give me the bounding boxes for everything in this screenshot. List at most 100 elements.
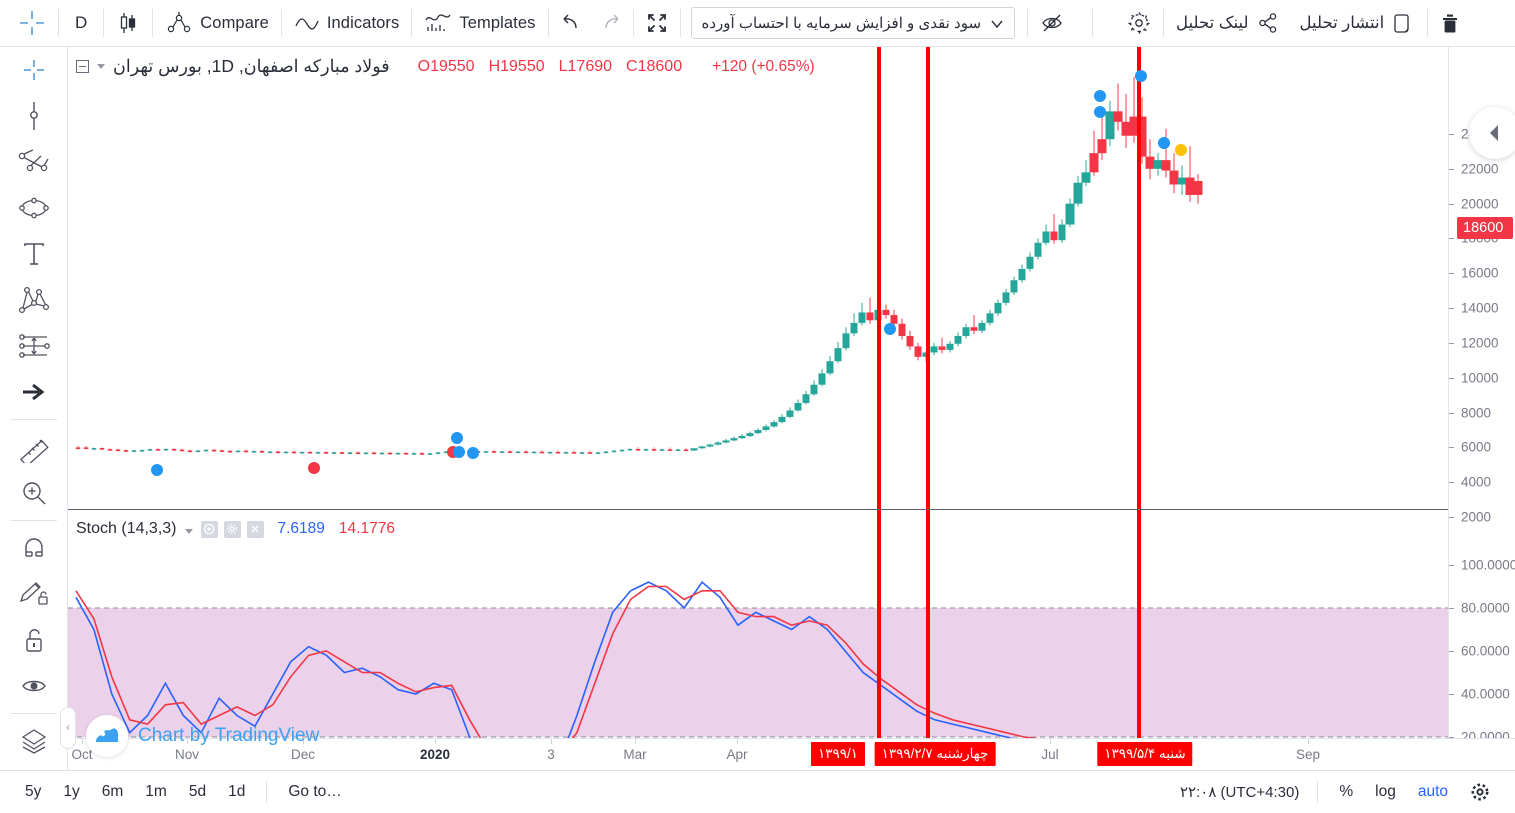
event-marker-dot[interactable]: [1094, 90, 1106, 102]
chart-properties-button[interactable]: [1459, 778, 1501, 806]
event-marker-dot[interactable]: [1135, 70, 1147, 82]
candle-body: [235, 450, 241, 453]
hide-drawings-tool[interactable]: [0, 663, 68, 709]
stoch-settings-button[interactable]: [223, 520, 241, 538]
candle-body: [770, 422, 778, 427]
pitchfork-tool[interactable]: [0, 139, 68, 185]
range-button-1d[interactable]: 1d: [217, 779, 256, 805]
symbol-menu-caret-icon[interactable]: [97, 64, 105, 69]
stoch-visibility-button[interactable]: [200, 520, 218, 538]
candle-body: [219, 450, 225, 452]
patterns-tool[interactable]: [0, 277, 68, 323]
indicators-button[interactable]: Indicators: [284, 6, 410, 40]
redo-icon: [600, 13, 622, 33]
event-marker-dot[interactable]: [453, 446, 465, 458]
toolbar-divider: [547, 9, 549, 37]
redo-button[interactable]: [591, 6, 631, 40]
range-button-5d[interactable]: 5d: [178, 779, 217, 805]
hide-markers-button[interactable]: [1030, 6, 1074, 40]
eye-icon: [19, 674, 49, 698]
object-tree-tool[interactable]: [0, 718, 68, 764]
shapes-tool[interactable]: [0, 185, 68, 231]
stoch-axis-tick: [1449, 651, 1454, 652]
drawing-mode-tool[interactable]: [0, 571, 68, 617]
date-marker-badge[interactable]: شنبه ۱۳۹۹/۵/۴: [1097, 742, 1193, 766]
event-marker-dot[interactable]: [308, 462, 320, 474]
price-axis-label: 4000: [1461, 474, 1492, 490]
chart-area[interactable]: فولاد مبارکه اصفهان, 1D, بورس تهران O195…: [60, 47, 1515, 788]
lock-drawings-tool[interactable]: [0, 617, 68, 663]
price-axis[interactable]: 2400022000200001800016000140001200010000…: [1448, 47, 1515, 788]
prediction-tool[interactable]: [0, 323, 68, 369]
goto-button[interactable]: Go to…: [277, 779, 352, 805]
adjustment-dropdown[interactable]: سود نقدی و افزایش سرمایه با احتساب آورده: [690, 7, 1016, 39]
candle-body: [1034, 242, 1042, 257]
candle-body: [619, 449, 625, 452]
symbol-title[interactable]: فولاد مبارکه اصفهان, 1D, بورس تهران: [113, 56, 390, 77]
date-marker-badge[interactable]: ۱۳۹۹/۱: [810, 742, 866, 766]
magnet-tool[interactable]: [0, 525, 68, 571]
candle-body: [531, 451, 537, 454]
stoch-axis-label: 40.0000: [1461, 686, 1510, 702]
templates-button[interactable]: Templates: [414, 6, 545, 40]
percent-scale-button[interactable]: %: [1328, 779, 1364, 805]
price-axis-label: 8000: [1461, 405, 1492, 421]
candle-body: [139, 449, 145, 452]
ohlc-h-value: 19550: [500, 57, 545, 75]
candle-body: [587, 452, 593, 454]
candle-body: [794, 402, 802, 411]
delete-button[interactable]: [1430, 6, 1470, 40]
event-marker-dot[interactable]: [1094, 106, 1106, 118]
candle-body: [754, 429, 762, 434]
stoch-close-button[interactable]: [246, 520, 264, 538]
interval-button[interactable]: D: [61, 6, 101, 40]
stoch-menu-caret-icon[interactable]: [184, 528, 193, 534]
event-marker-dot[interactable]: [1158, 137, 1170, 149]
cursor-crosshair-tool[interactable]: [0, 47, 68, 93]
bottom-toolbar: 5y 1y 6m 1m 5d 1d Go to… ۲۲:۰۸ (UTC+4:30) % l…: [0, 770, 1515, 813]
time-axis-tick: [435, 739, 436, 744]
undo-icon: [560, 13, 582, 33]
event-marker-dot[interactable]: [1175, 144, 1187, 156]
price-axis-label: 22000: [1461, 161, 1499, 177]
price-axis-tick: [1449, 447, 1454, 449]
toolbar-divider: [411, 9, 413, 37]
event-marker-dot[interactable]: [151, 464, 163, 476]
event-marker-dot[interactable]: [451, 432, 463, 444]
range-button-1m[interactable]: 1m: [134, 779, 178, 805]
stoch-axis-tick: [1449, 608, 1454, 609]
event-marker-dot[interactable]: [884, 323, 896, 335]
collapse-right-panel-button[interactable]: [1469, 107, 1515, 159]
range-button-6m[interactable]: 6m: [91, 779, 135, 805]
candle-body: [994, 302, 1002, 314]
chart-settings-button[interactable]: [1117, 6, 1161, 40]
price-pane[interactable]: [68, 47, 1448, 509]
log-scale-button[interactable]: log: [1364, 779, 1407, 805]
date-marker-badge[interactable]: چهارشنبه ۱۳۹۹/۲/۷: [874, 742, 996, 766]
expand-sidebar-handle[interactable]: ‹: [60, 707, 76, 749]
range-button-1y[interactable]: 1y: [52, 779, 90, 805]
fullscreen-button[interactable]: [636, 6, 678, 40]
chart-type-button[interactable]: [106, 6, 150, 40]
zoom-tool[interactable]: [0, 470, 68, 516]
trend-line-tool[interactable]: [0, 93, 68, 139]
candle-body: [323, 452, 329, 454]
candle-body: [898, 323, 906, 336]
candle-body: [507, 451, 513, 453]
measure-tool[interactable]: [0, 424, 68, 470]
event-marker-dot[interactable]: [467, 447, 479, 459]
auto-scale-button[interactable]: auto: [1407, 779, 1459, 805]
range-button-5y[interactable]: 5y: [14, 779, 52, 805]
undo-button[interactable]: [551, 6, 591, 40]
compare-button[interactable]: Compare: [155, 6, 279, 40]
candles-icon: [115, 10, 141, 36]
arrow-tool[interactable]: [0, 369, 68, 415]
candle-body: [659, 449, 665, 451]
text-tool[interactable]: [0, 231, 68, 277]
collapse-legend-icon[interactable]: [76, 60, 89, 73]
stoch-title[interactable]: Stoch (14,3,3): [76, 520, 177, 538]
candle-body: [826, 361, 834, 374]
share-link-button[interactable]: لینک تحلیل: [1166, 6, 1290, 40]
publish-analysis-button[interactable]: انتشار تحلیل: [1290, 6, 1426, 40]
crosshair-tool-button[interactable]: [8, 6, 56, 40]
